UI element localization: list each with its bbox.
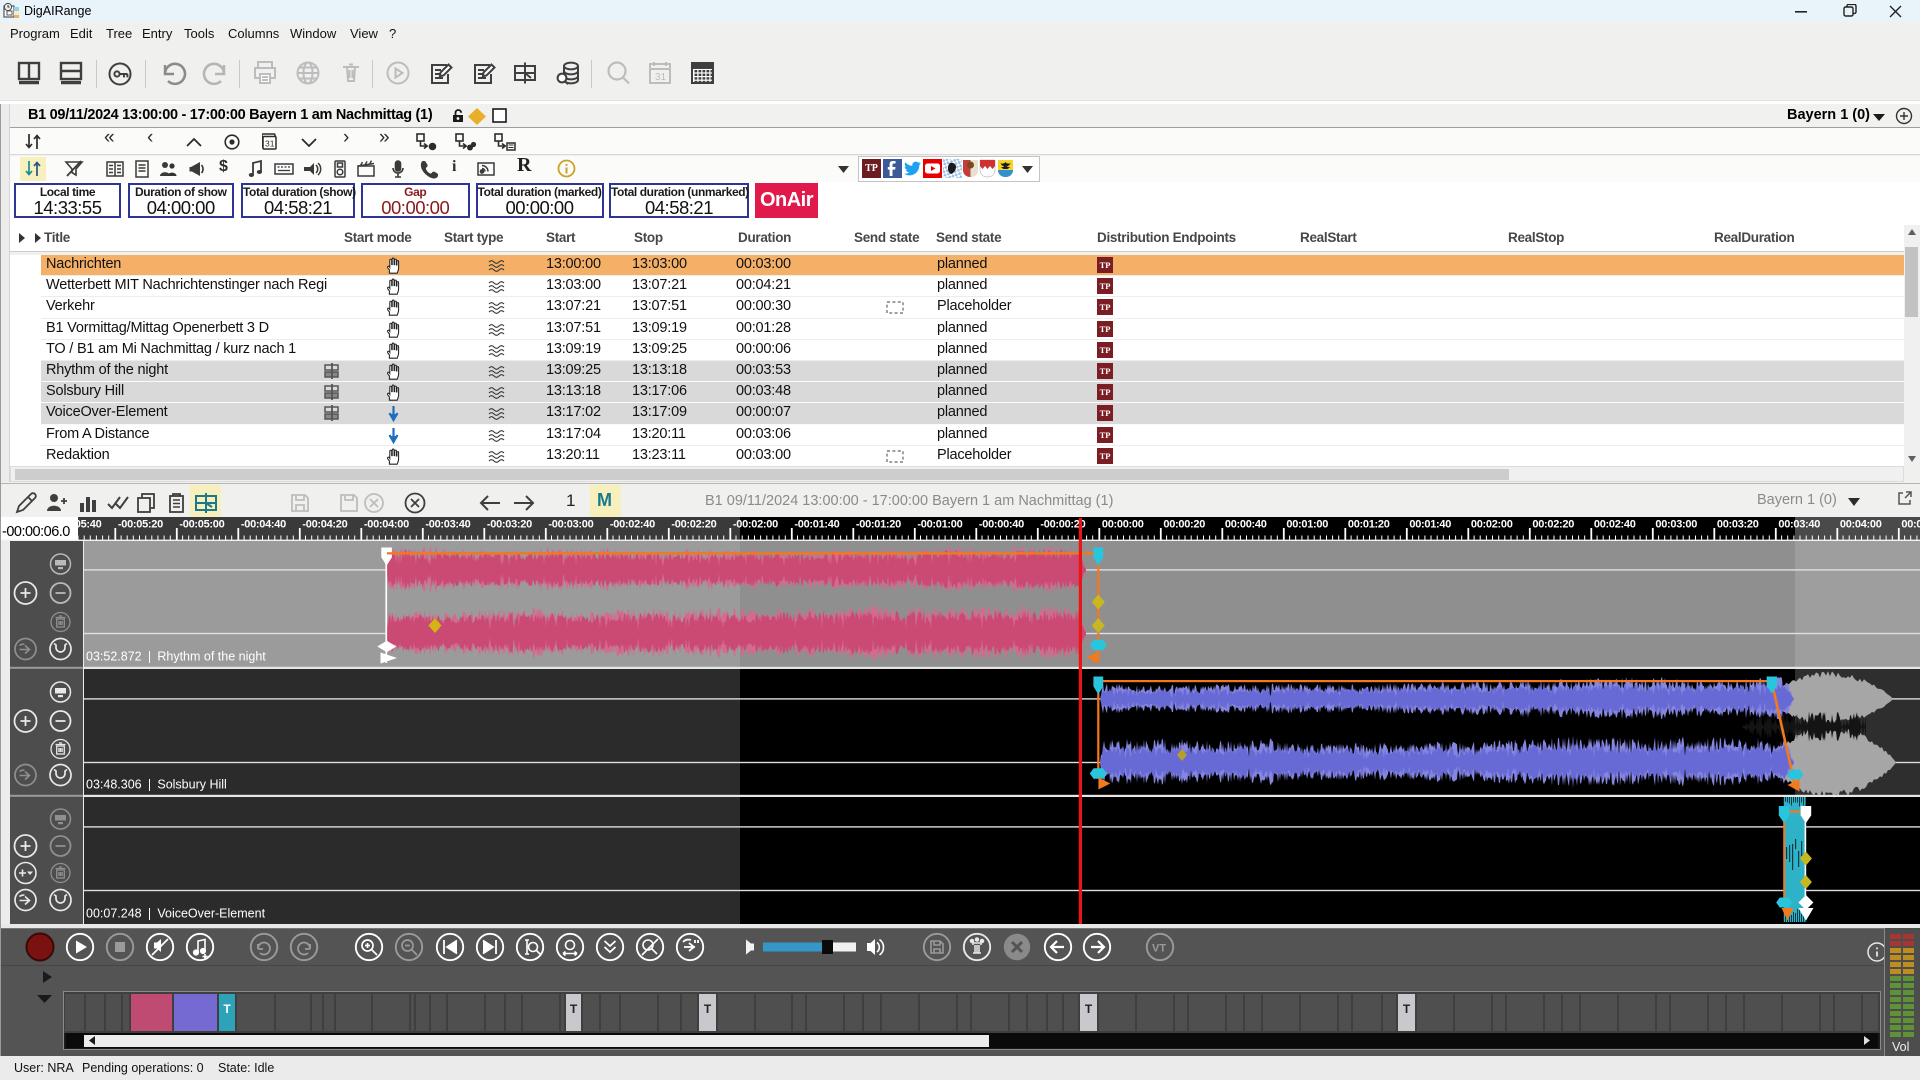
svg-text:-00:03:40: -00:03:40 bbox=[425, 519, 470, 531]
svg-text:00:04:20: 00:04:20 bbox=[1901, 519, 1920, 531]
svg-text:00:00:40: 00:00:40 bbox=[1225, 519, 1267, 531]
svg-text:-00:04:20: -00:04:20 bbox=[302, 519, 347, 531]
svg-text:-00:01:40: -00:01:40 bbox=[794, 519, 839, 531]
svg-text:-00:00:06.0: -00:00:06.0 bbox=[2, 524, 70, 540]
svg-text:00:03:20: 00:03:20 bbox=[1717, 519, 1759, 531]
svg-text:-00:02:40: -00:02:40 bbox=[610, 519, 655, 531]
svg-text:-00:02:20: -00:02:20 bbox=[671, 519, 716, 531]
svg-text:-00:01:00: -00:01:00 bbox=[917, 519, 962, 531]
svg-text:00:00:00: 00:00:00 bbox=[1102, 519, 1144, 531]
svg-text:VT: VT bbox=[1152, 943, 1166, 955]
svg-text:00:01:00: 00:01:00 bbox=[1286, 519, 1328, 531]
svg-text:03:48.306 | Solsbury Hill: 03:48.306 | Solsbury Hill bbox=[86, 778, 227, 792]
svg-text:-00:05:00: -00:05:00 bbox=[179, 519, 224, 531]
svg-text:-00:04:00: -00:04:00 bbox=[364, 519, 409, 531]
svg-text:31: 31 bbox=[655, 72, 667, 83]
svg-text:03:52.872 | Rhythm of the nigh: 03:52.872 | Rhythm of the night bbox=[86, 650, 266, 664]
svg-text:00:01:40: 00:01:40 bbox=[1409, 519, 1451, 531]
svg-text:-00:04:40: -00:04:40 bbox=[241, 519, 286, 531]
svg-text:00:04:00: 00:04:00 bbox=[1840, 519, 1882, 531]
svg-text:00:01:20: 00:01:20 bbox=[1348, 519, 1390, 531]
svg-text:00:07.248 | VoiceOver-Element: 00:07.248 | VoiceOver-Element bbox=[86, 907, 266, 921]
svg-text:-00:05:20: -00:05:20 bbox=[118, 519, 163, 531]
svg-text:00:02:00: 00:02:00 bbox=[1471, 519, 1513, 531]
svg-text:-00:03:00: -00:03:00 bbox=[548, 519, 593, 531]
svg-text:00:02:20: 00:02:20 bbox=[1532, 519, 1574, 531]
svg-text:-00:01:20: -00:01:20 bbox=[856, 519, 901, 531]
svg-text:31: 31 bbox=[265, 139, 275, 149]
svg-text:-00:02:00: -00:02:00 bbox=[733, 519, 778, 531]
svg-text:-00:03:20: -00:03:20 bbox=[487, 519, 532, 531]
svg-text:00:02:40: 00:02:40 bbox=[1594, 519, 1636, 531]
svg-text:00:03:40: 00:03:40 bbox=[1778, 519, 1820, 531]
svg-text:-00:00:40: -00:00:40 bbox=[979, 519, 1024, 531]
svg-text:00:00:20: 00:00:20 bbox=[1163, 519, 1205, 531]
svg-text:00:03:00: 00:03:00 bbox=[1655, 519, 1697, 531]
